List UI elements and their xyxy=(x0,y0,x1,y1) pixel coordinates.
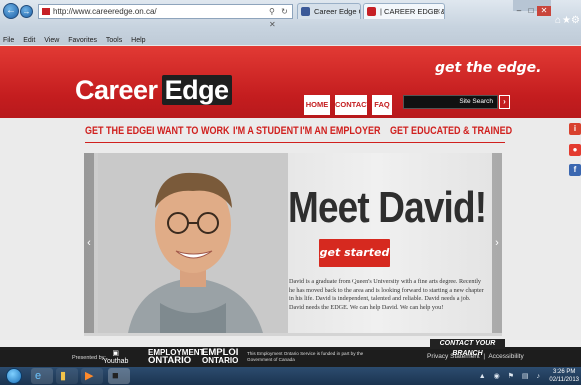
back-arrow-icon[interactable]: ← xyxy=(3,3,19,19)
clock-date: 02/11/2013 xyxy=(549,377,579,383)
info-share-icon[interactable]: i xyxy=(569,123,581,135)
menu-view[interactable]: View xyxy=(44,37,59,44)
tab-career-edge[interactable]: | CAREER EDGE & Y... ✕ xyxy=(363,3,445,19)
nav-im-an-employer[interactable]: I'M AN EMPLOYER xyxy=(300,125,381,137)
nav-divider xyxy=(85,142,505,143)
hero-headline: Meet David! xyxy=(288,183,487,232)
chat-share-icon[interactable]: ● xyxy=(569,144,581,156)
site-header: Career Edge get the edge. HOME CONTACT FA… xyxy=(0,46,581,118)
menu-favorites[interactable]: Favorites xyxy=(68,37,97,44)
star-icon[interactable]: ★ xyxy=(562,15,571,26)
menu-file[interactable]: File xyxy=(3,37,14,44)
address-url: http://www.careeredge.on.ca/ xyxy=(53,7,157,16)
menu-bar: File Edit View Favorites Tools Help xyxy=(0,36,581,45)
site-search-input[interactable]: Site Search xyxy=(403,95,498,109)
taskbar-folder-icon[interactable]: ▮ xyxy=(56,368,78,384)
nav-get-educated-trained[interactable]: GET EDUCATED & TRAINED xyxy=(390,125,512,137)
nav-im-a-student[interactable]: I'M A STUDENT xyxy=(233,125,299,137)
tab-label: Career Edge Quinte xyxy=(314,7,360,16)
carousel-prev-icon[interactable]: ‹ xyxy=(84,153,94,333)
site-favicon-icon xyxy=(367,7,376,16)
taskbar-media-icon[interactable]: ▶ xyxy=(81,368,103,384)
facebook-share-icon[interactable]: f xyxy=(569,164,581,176)
tab-career-edge-quinte[interactable]: Career Edge Quinte xyxy=(297,3,361,19)
minimize-icon[interactable]: – xyxy=(513,6,525,16)
nav-get-the-edge[interactable]: GET THE EDGE xyxy=(85,125,152,137)
tagline: get the edge. xyxy=(435,60,542,76)
site-footer: Presented by: ▣ Youthab EMPLOYMENT ONTAR… xyxy=(0,347,581,367)
hero-body-text: David is a graduate from Queen's Univers… xyxy=(289,278,484,312)
nav-faq-button[interactable]: FAQ xyxy=(372,95,392,115)
forward-arrow-icon[interactable]: → xyxy=(20,5,33,18)
site-logo[interactable]: Career Edge xyxy=(75,74,232,106)
nav-contact-button[interactable]: CONTACT xyxy=(335,95,371,115)
logo-career: Career xyxy=(75,75,158,105)
clock-time: 3:26 PM xyxy=(553,369,576,375)
taskbar-app-icon[interactable]: ■ xyxy=(108,368,130,384)
start-button-icon[interactable] xyxy=(6,368,22,384)
hero-divider xyxy=(84,333,502,336)
funding-note: This Employment Ontario Service is funde… xyxy=(247,351,364,362)
accessibility-link[interactable]: Accessibility xyxy=(488,353,523,360)
employment-ontario-logo[interactable]: EMPLOYMENT ONTARIO xyxy=(148,349,204,366)
close-window-icon[interactable]: ✕ xyxy=(537,6,551,16)
taskbar-ie-icon[interactable]: e xyxy=(31,368,53,384)
window-controls: – □ ✕ xyxy=(513,0,551,16)
home-icon[interactable]: ⌂ xyxy=(555,15,561,26)
search-submit-icon[interactable]: › xyxy=(499,95,510,109)
close-tab-icon[interactable]: ✕ xyxy=(435,4,441,19)
youthab-logo[interactable]: ▣ Youthab xyxy=(103,350,128,366)
site-favicon-icon xyxy=(42,8,50,15)
browser-chrome: ← → http://www.careeredge.on.ca/ ⚲ ↻ ✕ C… xyxy=(0,0,581,45)
youthab-mark-icon: ▣ xyxy=(112,350,120,357)
youthab-label: Youthab xyxy=(103,358,129,365)
nav-home-button[interactable]: HOME xyxy=(304,95,330,115)
eo-fr-line2: ONTARIO xyxy=(202,356,239,365)
emploi-ontario-logo[interactable]: EMPLOI ONTARIO xyxy=(202,348,239,365)
hero-photo-david xyxy=(98,153,288,333)
taskbar-clock[interactable]: 3:26 PM 02/11/2013 xyxy=(549,368,579,384)
main-navigation: GET THE EDGE I WANT TO WORK I'M A STUDEN… xyxy=(85,125,512,143)
presented-by-label: Presented by: xyxy=(72,355,106,361)
menu-tools[interactable]: Tools xyxy=(106,37,122,44)
windows-taskbar: e ▮ ▶ ■ ▲ ◉ ⚑ ▤ ♪ 3:26 PM 02/11/2013 xyxy=(0,367,581,385)
contact-your-branch-button[interactable]: CONTACT YOUR BRANCH xyxy=(430,339,505,357)
eo-line2: ONTARIO xyxy=(148,355,192,366)
menu-help[interactable]: Help xyxy=(131,37,145,44)
menu-edit[interactable]: Edit xyxy=(23,37,35,44)
maximize-icon[interactable]: □ xyxy=(525,6,537,16)
address-tools-icon[interactable]: ⚲ ↻ ✕ xyxy=(269,5,292,31)
get-started-button[interactable]: get started › xyxy=(319,239,390,287)
carousel-next-icon[interactable]: › xyxy=(492,153,502,333)
facebook-favicon-icon xyxy=(301,7,310,16)
logo-edge: Edge xyxy=(161,75,232,105)
gear-icon[interactable]: ⚙ xyxy=(571,15,580,26)
nav-i-want-to-work[interactable]: I WANT TO WORK xyxy=(152,125,230,137)
address-bar[interactable]: http://www.careeredge.on.ca/ ⚲ ↻ ✕ xyxy=(38,4,293,29)
hero-banner: ‹ › Meet David! David is a graduate from… xyxy=(84,153,502,333)
web-page: Career Edge get the edge. HOME CONTACT FA… xyxy=(0,46,581,347)
system-tray-icons[interactable]: ▲ ◉ ⚑ ▤ ♪ xyxy=(479,372,543,380)
